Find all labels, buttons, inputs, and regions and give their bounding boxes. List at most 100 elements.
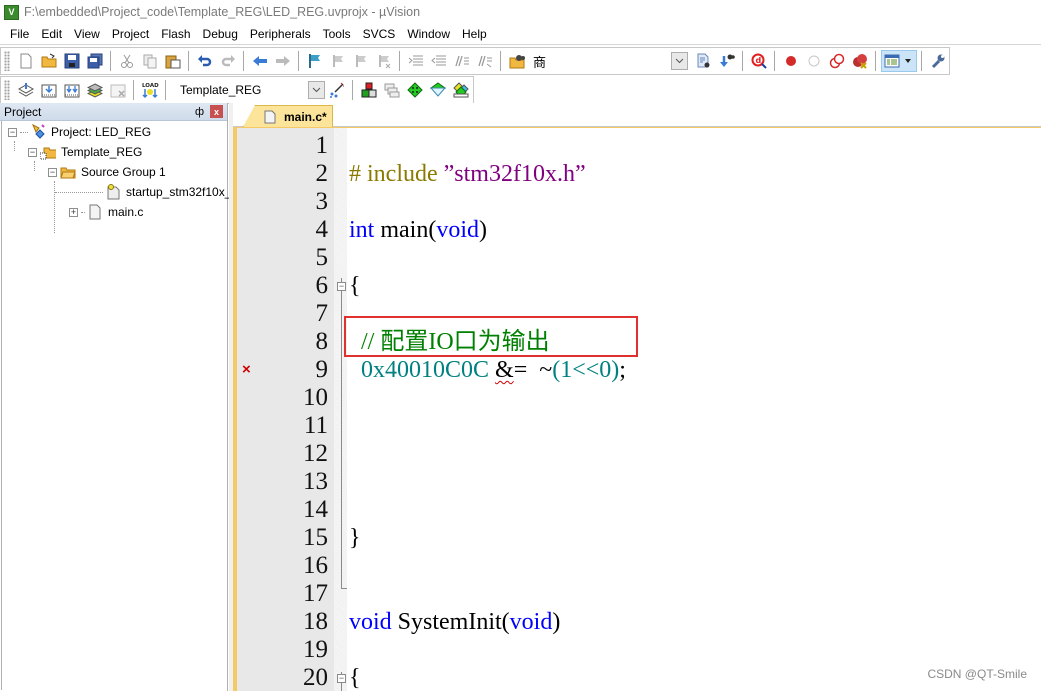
code-line[interactable]: 20−{ [237,664,1041,691]
clear-bookmarks-button[interactable] [373,50,395,72]
find-in-files-button[interactable] [506,50,528,72]
menu-help[interactable]: Help [456,27,493,41]
tree-item-target[interactable]: − Template_REG [28,142,142,162]
target-options-button[interactable] [326,79,348,101]
rebuild-button[interactable] [61,79,83,101]
code-editor[interactable]: 1 2 # include ”stm32f10x.h” 3 4 int main(void… [233,127,1041,691]
save-all-button[interactable] [84,50,106,72]
tree-item-source-group[interactable]: − Source Group 1 [48,162,166,182]
navigate-forward-button[interactable] [272,50,294,72]
translate-button[interactable] [15,79,37,101]
menu-file[interactable]: File [4,27,35,41]
tree-item-startup-file[interactable]: startup_stm32f10x_hd.s [55,182,254,202]
open-file-button[interactable] [38,50,60,72]
pin-icon[interactable]: ф [195,106,204,118]
menu-flash[interactable]: Flash [155,27,196,41]
code-line[interactable]: 15} [237,524,1041,552]
select-packs-button[interactable] [381,79,403,101]
kill-all-breakpoints-button[interactable] [849,50,871,72]
next-bookmark-button[interactable] [350,50,372,72]
bookmark-button[interactable] [304,50,326,72]
code-line[interactable]: 14 [237,496,1041,524]
undo-button[interactable] [194,50,216,72]
code-line[interactable]: 5 [237,244,1041,272]
menu-debug[interactable]: Debug [197,27,244,41]
code-line[interactable]: 19 [237,636,1041,664]
menu-edit[interactable]: Edit [35,27,68,41]
collapse-toggle[interactable]: − [48,167,57,177]
insert-breakpoint-button[interactable] [780,50,802,72]
menu-view[interactable]: View [68,27,106,41]
code-line[interactable]: 12 [237,440,1041,468]
window-layout-icon [884,54,900,68]
batch-build-button[interactable] [84,79,106,101]
code-line[interactable]: 18 void SystemInit(void) [237,608,1041,636]
load-download-button[interactable]: LOAD [139,79,161,101]
target-select-dropdown[interactable] [308,81,325,99]
disable-all-breakpoints-button[interactable] [826,50,848,72]
comment-button[interactable] [451,50,473,72]
error-marker-icon[interactable]: × [242,356,251,384]
toolbar-grip[interactable] [4,80,10,100]
tree-item-label: Source Group 1 [81,165,166,179]
expand-toggle[interactable]: + [69,207,78,217]
menu-project[interactable]: Project [106,27,155,41]
target-select[interactable]: Template_REG [174,80,325,100]
code-line[interactable]: 10 [237,384,1041,412]
close-panel-button[interactable]: x [210,105,223,118]
code-line[interactable]: 4 int main(void) [237,216,1041,244]
code-line[interactable]: 13 [237,468,1041,496]
manage-rte-button[interactable] [404,79,426,101]
collapse-toggle[interactable]: − [28,147,37,157]
fold-toggle-icon[interactable]: − [337,674,346,683]
new-file-button[interactable] [15,50,37,72]
incremental-find-button[interactable] [693,50,715,72]
enable-breakpoint-button[interactable] [803,50,825,72]
prev-bookmark-button[interactable] [327,50,349,72]
code-line[interactable]: 1 [237,132,1041,160]
redo-button[interactable] [217,50,239,72]
uncomment-button[interactable] [474,50,496,72]
tree-item-project[interactable]: − Project: LED_REG [8,122,151,142]
code-line[interactable]: 16 [237,552,1041,580]
pack-installer-button[interactable] [427,79,449,101]
build-button[interactable] [38,79,60,101]
code-line[interactable]: 2 # include ”stm32f10x.h” [237,160,1041,188]
menu-tools[interactable]: Tools [317,27,357,41]
stop-build-button[interactable] [107,79,129,101]
manage-components-button[interactable] [358,79,380,101]
code-line[interactable]: 6−{ [237,272,1041,300]
code-line[interactable]: 11 [237,412,1041,440]
code-line[interactable]: 17 [237,580,1041,608]
configure-button[interactable] [927,50,949,72]
navigate-back-button[interactable] [249,50,271,72]
cut-button[interactable] [116,50,138,72]
unindent-button[interactable] [428,50,450,72]
fold-toggle-icon[interactable]: − [337,282,346,291]
tab-main-c[interactable]: main.c* [243,105,333,127]
tree-item-label: Template_REG [61,145,143,159]
copy-button[interactable] [139,50,161,72]
tree-item-main-c[interactable]: + main.c [69,202,143,222]
find-references-button[interactable] [716,50,738,72]
code-line[interactable]: 3 [237,188,1041,216]
collapse-toggle[interactable]: − [8,127,17,137]
save-button[interactable] [61,50,83,72]
paste-button[interactable] [162,50,184,72]
find-combo-dropdown[interactable] [671,52,688,70]
debug-session-button[interactable]: d [748,50,770,72]
toolbar-separator [298,51,299,71]
find-button[interactable]: 商 [529,50,551,72]
copy-icon [143,54,156,69]
window-layout-button[interactable] [880,50,917,72]
menu-peripherals[interactable]: Peripherals [244,27,317,41]
code-token: int [349,217,375,243]
indent-button[interactable] [405,50,427,72]
menu-window[interactable]: Window [401,27,456,41]
toolbar-grip[interactable] [4,51,10,71]
software-packs-button[interactable] [450,79,472,101]
wrench-icon [931,54,944,69]
code-line[interactable]: × 9 0x40010C0C &= ~(1<<0); [237,356,1041,384]
new-file-icon [20,53,31,69]
menu-svcs[interactable]: SVCS [357,27,402,41]
